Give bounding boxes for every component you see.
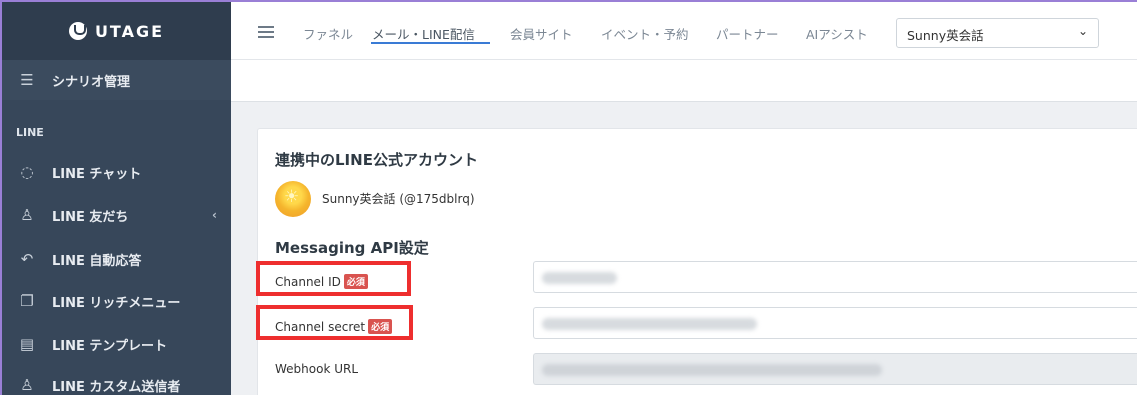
field-label-text: Webhook URL bbox=[275, 362, 359, 376]
list-icon: ☰ bbox=[20, 71, 34, 89]
sidebar-section-label: LINE bbox=[16, 126, 44, 139]
tab-partner[interactable]: パートナー bbox=[716, 24, 779, 43]
account-select[interactable]: Sunny英会話 ⌄ bbox=[896, 18, 1099, 48]
users-icon: ♙ bbox=[20, 376, 34, 394]
tab-funnel[interactable]: ファネル bbox=[303, 24, 353, 43]
sidebar-item-label: LINE カスタム送信者 bbox=[52, 379, 181, 395]
account-select-value: Sunny英会話 bbox=[907, 28, 984, 43]
tab-event-booking[interactable]: イベント・予約 bbox=[601, 24, 689, 43]
webhook-url-label: Webhook URL bbox=[275, 362, 358, 376]
highlight-box-channel-id bbox=[256, 261, 411, 296]
user-icon: ♙ bbox=[20, 206, 34, 224]
highlight-box-channel-secret bbox=[256, 305, 413, 340]
webhook-url-input[interactable] bbox=[533, 353, 1137, 385]
utage-logo-icon bbox=[68, 22, 87, 40]
active-tab-indicator bbox=[371, 42, 490, 44]
sidebar-item-label: LINE 友だち bbox=[52, 209, 129, 225]
obscured-value bbox=[542, 364, 882, 376]
menu-icon[interactable] bbox=[258, 26, 274, 38]
sidebar-item-line-chat[interactable]: ◌ LINE チャット bbox=[2, 152, 231, 192]
account-name: Sunny英会話 (@175dblrq) bbox=[322, 192, 475, 206]
sidebar: UTAGE ☰ シナリオ管理 LINE ◌ LINE チャット ♙ LINE 友… bbox=[2, 2, 231, 395]
sidebar-item-label: LINE 自動応答 bbox=[52, 253, 142, 269]
top-nav: ファネル メール・LINE配信 会員サイト イベント・予約 パートナー AIアシ… bbox=[231, 2, 1137, 60]
brand-name: UTAGE bbox=[94, 21, 165, 41]
obscured-value bbox=[542, 318, 757, 330]
sidebar-item-label: LINE リッチメニュー bbox=[52, 295, 181, 311]
chat-icon: ◌ bbox=[20, 163, 34, 181]
sidebar-item-scenario[interactable]: ☰ シナリオ管理 bbox=[2, 60, 231, 100]
sidebar-item-line-custom-sender[interactable]: ♙ LINE カスタム送信者 bbox=[2, 365, 231, 395]
card-title: 連携中のLINE公式アカウント bbox=[275, 151, 478, 169]
section-title: Messaging API設定 bbox=[275, 239, 429, 257]
reply-icon: ↶ bbox=[20, 250, 34, 268]
sidebar-item-label: LINE テンプレート bbox=[52, 338, 168, 354]
sub-header bbox=[231, 60, 1137, 102]
sidebar-item-line-auto-reply[interactable]: ↶ LINE 自動応答 bbox=[2, 239, 231, 279]
channel-id-input[interactable] bbox=[533, 261, 1137, 293]
sidebar-item-label: シナリオ管理 bbox=[52, 74, 131, 90]
tab-member-site[interactable]: 会員サイト bbox=[510, 24, 573, 43]
tab-ai-assist[interactable]: AIアシスト bbox=[806, 24, 868, 43]
sidebar-item-line-rich-menu[interactable]: ❐ LINE リッチメニュー bbox=[2, 281, 231, 321]
sidebar-item-line-friends[interactable]: ♙ LINE 友だち ‹ bbox=[2, 195, 231, 235]
copy-icon: ❐ bbox=[20, 292, 34, 310]
brand[interactable]: UTAGE bbox=[2, 2, 231, 60]
obscured-value bbox=[542, 272, 617, 284]
account-avatar bbox=[275, 181, 311, 217]
app-window: UTAGE ☰ シナリオ管理 LINE ◌ LINE チャット ♙ LINE 友… bbox=[0, 0, 1137, 395]
document-icon: ▤ bbox=[19, 335, 35, 353]
chevron-left-icon: ‹ bbox=[212, 208, 217, 222]
channel-secret-input[interactable] bbox=[533, 307, 1137, 339]
sidebar-item-line-template[interactable]: ▤ LINE テンプレート bbox=[2, 324, 231, 364]
sidebar-item-label: LINE チャット bbox=[52, 166, 142, 182]
tab-mail-line[interactable]: メール・LINE配信 bbox=[372, 24, 475, 43]
chevron-down-icon: ⌄ bbox=[1077, 24, 1088, 38]
